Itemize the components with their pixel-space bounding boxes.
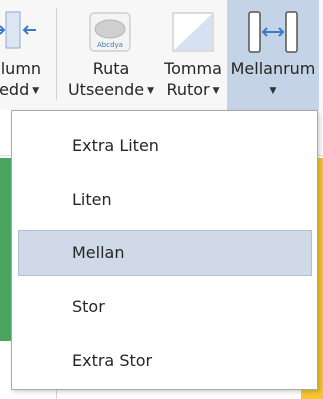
column-width-label-line1: olumn — [0, 59, 42, 78]
menu-item-label: Extra Stor — [72, 351, 153, 370]
menu-item-label: Extra Liten — [72, 136, 159, 155]
empty-cells-label-line1: Tomma — [164, 59, 222, 78]
menu-item-medium[interactable]: Mellan — [18, 230, 312, 276]
cell-style-icon-text: Abcdya — [97, 41, 123, 49]
menu-item-extra-large[interactable]: Extra Stor — [18, 338, 312, 384]
empty-cells-button[interactable]: Tomma Rutor ▼ — [160, 0, 226, 110]
cell-appearance-label-line1: Ruta — [92, 59, 130, 78]
menu-item-label: Liten — [72, 190, 112, 209]
spacing-button[interactable]: Mellanrum ▼ — [227, 0, 319, 110]
spacing-icon — [247, 10, 299, 54]
ribbon-divider — [56, 8, 57, 100]
menu-item-label: Stor — [72, 297, 105, 316]
empty-cells-icon — [172, 12, 214, 52]
chevron-down-icon: ▼ — [212, 85, 220, 96]
spacing-dropdown-menu: Extra Liten Liten Mellan Stor Extra Stor — [11, 110, 318, 390]
chevron-down-icon: ▼ — [32, 85, 40, 96]
column-width-icon — [0, 10, 42, 50]
ribbon: olumn redd▼ Abcdya Ruta Utseende▼ — [0, 0, 323, 110]
chevron-down-icon: ▼ — [269, 85, 277, 96]
cell-style-icon: Abcdya — [89, 12, 131, 52]
app-window: olumn redd▼ Abcdya Ruta Utseende▼ — [0, 0, 323, 399]
chevron-down-icon: ▼ — [147, 85, 155, 96]
menu-item-label: Mellan — [72, 243, 125, 262]
empty-cells-label-line2: Rutor — [166, 80, 210, 99]
cell-appearance-button[interactable]: Abcdya Ruta Utseende ▼ — [66, 0, 156, 110]
column-width-label-line2: redd — [0, 80, 30, 99]
spacing-label: Mellanrum — [230, 59, 316, 78]
cell-appearance-label-line2: Utseende — [67, 80, 145, 99]
menu-item-extra-small[interactable]: Extra Liten — [18, 123, 312, 169]
column-width-button[interactable]: olumn redd▼ — [0, 0, 52, 110]
menu-item-large[interactable]: Stor — [18, 284, 312, 330]
menu-item-small[interactable]: Liten — [18, 177, 312, 223]
